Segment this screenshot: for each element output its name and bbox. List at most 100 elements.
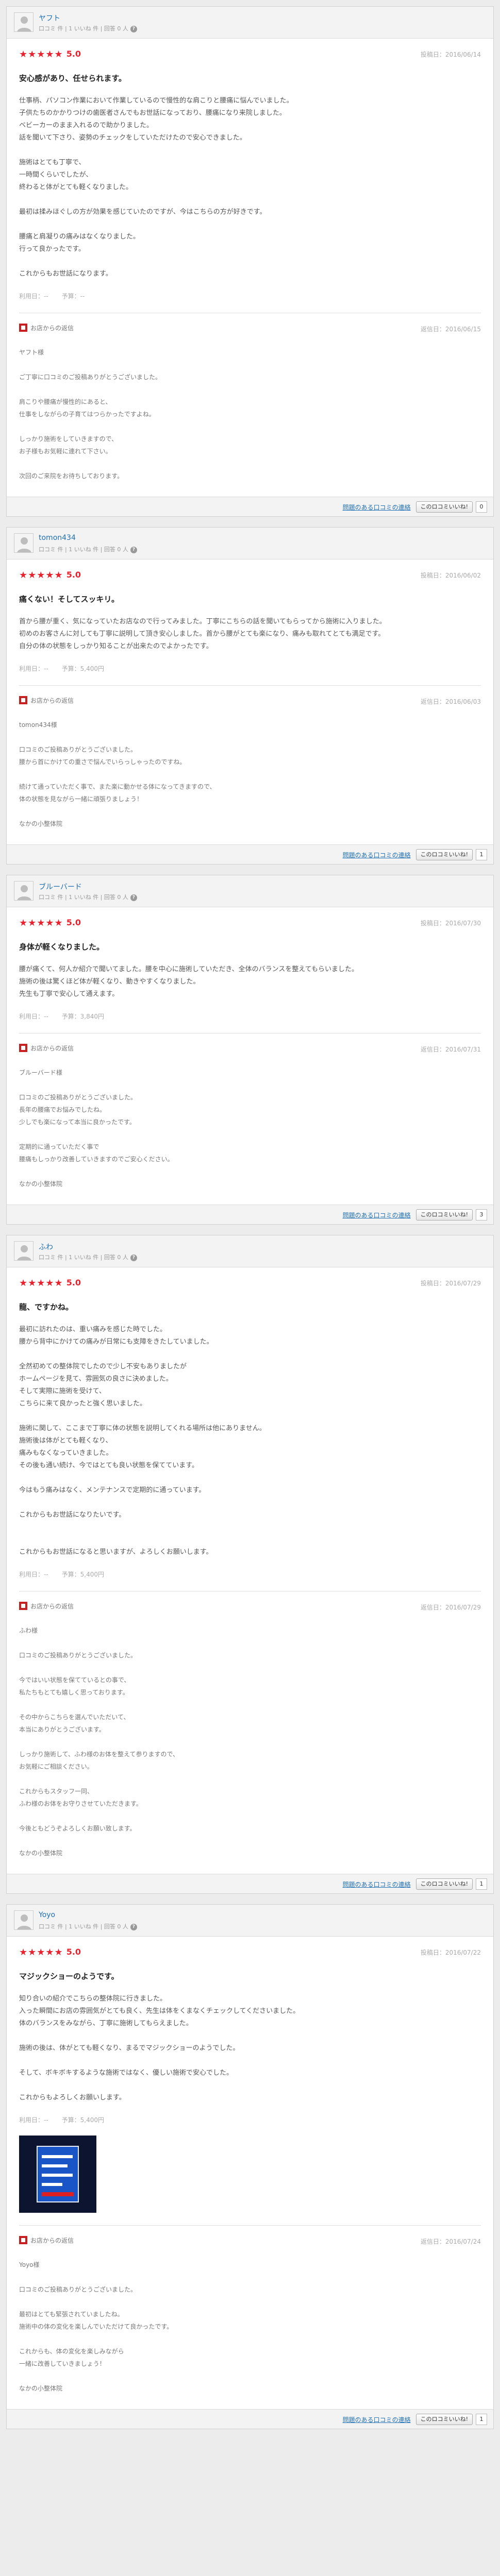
avatar[interactable] bbox=[14, 533, 34, 553]
reply-header: お店からの返信 返信日：2016/07/24 bbox=[19, 2236, 481, 2246]
visit-info: 利用日：-- 予算：5,400円 bbox=[19, 664, 481, 673]
helpful-count: 1 bbox=[476, 1878, 487, 1890]
avatar[interactable] bbox=[14, 1910, 34, 1930]
rating-row: ★★★★★ 5.0 投稿日：2016/07/29 bbox=[19, 1278, 481, 1289]
reviewer-name[interactable]: ヤフト bbox=[39, 13, 60, 23]
review-header: tomon434 口コミ 件 | 1 いいね 件 | 回答 0 人? bbox=[7, 528, 493, 560]
reviewer-meta: 口コミ 件 | 1 いいね 件 | 回答 0 人? bbox=[39, 1922, 137, 1930]
report-link[interactable]: 問題のある口コミの連絡 bbox=[343, 2415, 411, 2424]
review-footer: 問題のある口コミの連絡 このロコミいいね! 1 bbox=[7, 844, 493, 864]
review-card: Yoyo 口コミ 件 | 1 いいね 件 | 回答 0 人? ★★★★★ 5.0 … bbox=[6, 1904, 494, 2429]
review-text: 腰が痛くて、何人か紹介で聞いてました。腰を中心に施術していただき、全体のバランス… bbox=[19, 965, 359, 998]
reviewer-meta: 口コミ 件 | 1 いいね 件 | 回答 0 人? bbox=[39, 1253, 137, 1261]
user-silhouette-icon bbox=[14, 1242, 33, 1260]
reply-text: ふわ様 口コミのご投稿ありがとうございました。 今ではいい状態を保てているとの事… bbox=[19, 1627, 179, 1857]
visit-date: 利用日：-- bbox=[19, 2116, 48, 2124]
avatar[interactable] bbox=[14, 1241, 34, 1261]
help-icon[interactable]: ? bbox=[130, 546, 137, 553]
rating-score: 5.0 bbox=[66, 1278, 81, 1287]
shop-icon bbox=[19, 1602, 27, 1610]
reviewer-name[interactable]: tomon434 bbox=[39, 534, 76, 542]
reply-label: お店からの返信 bbox=[30, 1603, 74, 1610]
reviewer-meta: 口コミ 件 | 1 いいね 件 | 回答 0 人? bbox=[39, 893, 137, 901]
review-text: 知り合いの紹介でこちらの整体院に行きました。 入った瞬間にお店の雰囲気がとても良… bbox=[19, 1995, 300, 2102]
reply-label: お店からの返信 bbox=[30, 1045, 74, 1052]
review-title: 龍、ですかね。 bbox=[19, 1302, 74, 1312]
review-actions: 問題のある口コミの連絡 このロコミいいね! 1 bbox=[343, 1878, 487, 1890]
help-icon[interactable]: ? bbox=[130, 25, 137, 32]
helpful-count: 0 bbox=[476, 501, 487, 513]
reply-text: Yoyo様 口コミのご投稿ありがとうございました。 最初はとても緊張されていまし… bbox=[19, 2261, 173, 2392]
user-silhouette-icon bbox=[14, 882, 33, 900]
posted-date: 投稿日：2016/07/30 bbox=[420, 920, 481, 927]
review-card: ヤフト 口コミ 件 | 1 いいね 件 | 回答 0 人? ★★★★★ 5.0 投… bbox=[6, 6, 494, 517]
helpful-button[interactable]: このロコミいいね! bbox=[415, 2414, 473, 2425]
review-header: ふわ 口コミ 件 | 1 いいね 件 | 回答 0 人? bbox=[7, 1235, 493, 1267]
reviewer-stats: 口コミ 件 | 1 いいね 件 | 回答 0 人 bbox=[39, 25, 128, 32]
reviews-page: ヤフト 口コミ 件 | 1 いいね 件 | 回答 0 人? ★★★★★ 5.0 投… bbox=[0, 6, 500, 2439]
reply-label: お店からの返信 bbox=[30, 325, 74, 332]
budget: 予算：5,400円 bbox=[61, 1571, 105, 1578]
reviewer-name[interactable]: ブルーバード bbox=[39, 882, 82, 892]
review-body: ★★★★★ 5.0 投稿日：2016/06/02 痛くない！そしてスッキリ。 首か… bbox=[7, 560, 493, 844]
help-icon[interactable]: ? bbox=[130, 1923, 137, 1930]
rating-stars-icon: ★★★★★ bbox=[19, 1947, 63, 1958]
help-icon[interactable]: ? bbox=[130, 1254, 137, 1261]
report-link[interactable]: 問題のある口コミの連絡 bbox=[343, 1880, 411, 1889]
reply-date: 返信日：2016/06/15 bbox=[420, 326, 481, 333]
avatar[interactable] bbox=[14, 881, 34, 901]
reply-header: お店からの返信 返信日：2016/06/03 bbox=[19, 696, 481, 706]
help-icon[interactable]: ? bbox=[130, 894, 137, 901]
report-link[interactable]: 問題のある口コミの連絡 bbox=[343, 1211, 411, 1219]
helpful-button[interactable]: このロコミいいね! bbox=[415, 849, 473, 860]
review-text: 仕事柄、パソコン作業において作業しているので慢性的な肩こりと腰痛に悩んでいました… bbox=[19, 97, 293, 278]
rating-stars-icon: ★★★★★ bbox=[19, 570, 63, 581]
visit-date: 利用日：-- bbox=[19, 665, 48, 672]
rating-row: ★★★★★ 5.0 投稿日：2016/07/22 bbox=[19, 1947, 481, 1958]
budget: 予算：5,400円 bbox=[61, 665, 105, 672]
shop-reply: お店からの返信 返信日：2016/06/03 tomon434様 口コミのご投稿… bbox=[19, 686, 481, 844]
budget: 予算：3,840円 bbox=[61, 1013, 105, 1020]
review-footer: 問題のある口コミの連絡 このロコミいいね! 0 bbox=[7, 497, 493, 516]
review-text: 首から腰が重く、気になっていたお店なので行ってみました。丁寧にこちらの話を聞いて… bbox=[19, 618, 386, 650]
reply-header: お店からの返信 返信日：2016/07/29 bbox=[19, 1602, 481, 1612]
review-header: ヤフト 口コミ 件 | 1 いいね 件 | 回答 0 人? bbox=[7, 7, 493, 39]
posted-date: 投稿日：2016/07/29 bbox=[420, 1280, 481, 1287]
reply-date: 返信日：2016/07/29 bbox=[420, 1604, 481, 1611]
rating-row: ★★★★★ 5.0 投稿日：2016/06/14 bbox=[19, 49, 481, 60]
review-footer: 問題のある口コミの連絡 このロコミいいね! 3 bbox=[7, 1205, 493, 1224]
reply-label: お店からの返信 bbox=[30, 2237, 74, 2244]
rating-score: 5.0 bbox=[66, 918, 81, 927]
report-link[interactable]: 問題のある口コミの連絡 bbox=[343, 503, 411, 512]
review-actions: 問題のある口コミの連絡 このロコミいいね! 0 bbox=[343, 501, 487, 513]
visit-info: 利用日：-- 予算：-- bbox=[19, 292, 481, 300]
helpful-button[interactable]: このロコミいいね! bbox=[415, 1209, 473, 1221]
report-link[interactable]: 問題のある口コミの連絡 bbox=[343, 851, 411, 859]
shop-icon bbox=[19, 696, 27, 704]
shop-icon bbox=[19, 1044, 27, 1052]
reply-text: tomon434様 口コミのご投稿ありがとうございました。 腰から首にかけての重… bbox=[19, 721, 216, 827]
rating-score: 5.0 bbox=[66, 49, 81, 59]
budget: 予算：-- bbox=[61, 293, 85, 300]
helpful-button[interactable]: このロコミいいね! bbox=[415, 1878, 473, 1890]
signboard-line bbox=[42, 2164, 68, 2167]
user-silhouette-icon bbox=[14, 13, 33, 31]
rating-row: ★★★★★ 5.0 投稿日：2016/06/02 bbox=[19, 570, 481, 581]
shop-icon bbox=[19, 2236, 27, 2244]
rating-score: 5.0 bbox=[66, 1947, 81, 1957]
review-card: tomon434 口コミ 件 | 1 いいね 件 | 回答 0 人? ★★★★★… bbox=[6, 527, 494, 865]
review-body: ★★★★★ 5.0 投稿日：2016/06/14 安心感があり、任せられます。 仕… bbox=[7, 39, 493, 497]
review-card: ブルーバード 口コミ 件 | 1 いいね 件 | 回答 0 人? ★★★★★ 5.… bbox=[6, 875, 494, 1225]
avatar[interactable] bbox=[14, 12, 34, 32]
review-actions: 問題のある口コミの連絡 このロコミいいね! 1 bbox=[343, 849, 487, 860]
reviewer-name[interactable]: Yoyo bbox=[39, 1911, 55, 1919]
reviewer-name[interactable]: ふわ bbox=[39, 1242, 53, 1252]
reviewer-meta: 口コミ 件 | 1 いいね 件 | 回答 0 人? bbox=[39, 545, 137, 553]
shop-reply: お店からの返信 返信日：2016/07/29 ふわ様 口コミのご投稿ありがとうご… bbox=[19, 1591, 481, 1874]
review-text: 最初に訪れたのは、重い痛みを感じた時でした。 腰から背中にかけての痛みが日常にも… bbox=[19, 1326, 266, 1556]
helpful-button[interactable]: このロコミいいね! bbox=[415, 501, 473, 513]
reply-header: お店からの返信 返信日：2016/06/15 bbox=[19, 324, 481, 334]
budget: 予算：5,400円 bbox=[61, 2116, 105, 2124]
review-photo[interactable] bbox=[19, 2136, 96, 2213]
reply-date: 返信日：2016/07/24 bbox=[420, 2238, 481, 2245]
